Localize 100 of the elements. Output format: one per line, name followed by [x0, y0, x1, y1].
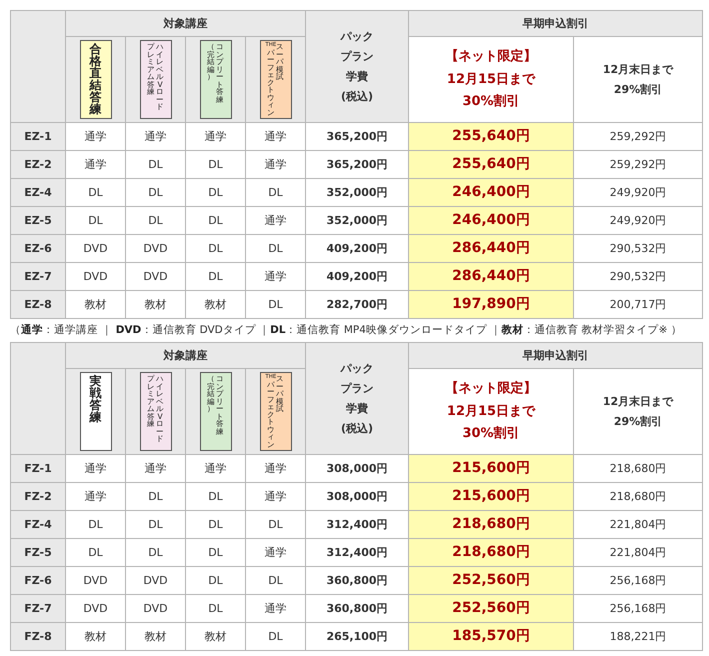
column-header: パック プラン 学費 (税込)	[306, 342, 408, 454]
table-cell: DL	[186, 206, 246, 234]
table-cell: 256,168円	[574, 594, 702, 622]
row-header: EZ-7	[10, 262, 66, 290]
table-cell: DL	[186, 178, 246, 206]
table-cell: 218,680円	[574, 482, 702, 510]
table-cell: DVD	[126, 262, 186, 290]
table-cell: DL	[186, 510, 246, 538]
table-cell: 352,000円	[306, 178, 408, 206]
table-cell: DL	[126, 538, 186, 566]
course-label: 合格直結答練	[80, 40, 112, 119]
table-cell: 197,890円	[408, 290, 574, 318]
table-cell: 通学	[246, 482, 306, 510]
legend-text: （通学：通学講座 ｜ DVD：通信教育 DVDタイプ ｜DL：通信教育 MP4映像ダウンロードタイプ ｜教材：通信教育 教材学習タイプ※ ）	[10, 323, 682, 338]
row-header: FZ-8	[10, 622, 66, 650]
table-cell: DL	[186, 594, 246, 622]
table-cell: DL	[126, 150, 186, 178]
table-cell: DL	[66, 538, 126, 566]
table-cell: 通学	[246, 594, 306, 622]
row-header: EZ-1	[10, 122, 66, 150]
table-cell: 246,400円	[408, 178, 574, 206]
table-cell: DL	[246, 290, 306, 318]
table-cell: 通学	[246, 262, 306, 290]
table-cell: DL	[186, 234, 246, 262]
table-cell: 282,700円	[306, 290, 408, 318]
table-cell: 通学	[66, 482, 126, 510]
table-cell: 249,920円	[574, 178, 702, 206]
row-header: EZ-5	[10, 206, 66, 234]
table-cell: DL	[246, 234, 306, 262]
table-cell: DL	[246, 510, 306, 538]
table-cell: 246,400円	[408, 206, 574, 234]
table-cell: 352,000円	[306, 206, 408, 234]
table-cell: 360,800円	[306, 594, 408, 622]
table-cell: 通学	[66, 150, 126, 178]
table-cell: DL	[186, 482, 246, 510]
row-header: EZ-2	[10, 150, 66, 178]
table-cell: 221,804円	[574, 538, 702, 566]
column-header: 対象講座	[66, 342, 306, 368]
row-header: FZ-1	[10, 454, 66, 482]
table-cell: DVD	[126, 566, 186, 594]
row-header: FZ-2	[10, 482, 66, 510]
table-cell: 308,000円	[306, 482, 408, 510]
table-cell: 409,200円	[306, 234, 408, 262]
column-header: 【ネット限定】 12月15日まで 30%割引	[408, 36, 574, 122]
row-header: EZ-4	[10, 178, 66, 206]
table-cell: DL	[186, 150, 246, 178]
course-label: 実戦答練	[80, 372, 112, 451]
table-cell: DL	[246, 178, 306, 206]
column-header: 対象講座	[66, 10, 306, 36]
table-cell: 221,804円	[574, 510, 702, 538]
table-cell: 218,680円	[408, 538, 574, 566]
row-header: EZ-6	[10, 234, 66, 262]
row-header: FZ-4	[10, 510, 66, 538]
table-cell: 365,200円	[306, 122, 408, 150]
table-cell: 通学	[246, 454, 306, 482]
table-cell: DL	[246, 622, 306, 650]
table-cell: 教材	[126, 290, 186, 318]
table-cell: 通学	[246, 150, 306, 178]
table-cell: 200,717円	[574, 290, 702, 318]
table-cell: 360,800円	[306, 566, 408, 594]
table-cell: 教材	[126, 622, 186, 650]
table-cell: DL	[66, 206, 126, 234]
table-cell: 185,570円	[408, 622, 574, 650]
table-cell: 通学	[66, 454, 126, 482]
table-cell: DVD	[66, 262, 126, 290]
row-header: FZ-6	[10, 566, 66, 594]
column-header: 早期申込割引	[408, 10, 702, 36]
table-cell: DL	[186, 566, 246, 594]
table-cell: 255,640円	[408, 122, 574, 150]
table-cell: 通学	[186, 454, 246, 482]
table-cell: 通学	[186, 122, 246, 150]
table-cell: DVD	[66, 594, 126, 622]
column-header: 【ネット限定】 12月15日まで 30%割引	[408, 368, 574, 454]
table-cell: 218,680円	[408, 510, 574, 538]
table-cell: DVD	[126, 594, 186, 622]
table-cell: 218,680円	[574, 454, 702, 482]
table-cell: DVD	[66, 234, 126, 262]
column-header: パック プラン 学費 (税込)	[306, 10, 408, 122]
table-cell: 290,532円	[574, 262, 702, 290]
table-cell: 通学	[126, 122, 186, 150]
table-cell: 286,440円	[408, 262, 574, 290]
table-cell: DVD	[66, 566, 126, 594]
table-cell: 通学	[246, 538, 306, 566]
table-cell: 通学	[126, 454, 186, 482]
table-cell: 教材	[66, 622, 126, 650]
table-cell: 252,560円	[408, 566, 574, 594]
table-cell: 312,400円	[306, 538, 408, 566]
table-cell: 215,600円	[408, 482, 574, 510]
table-cell: 通学	[246, 206, 306, 234]
table-cell: DL	[66, 510, 126, 538]
table-cell: 教材	[186, 290, 246, 318]
table-cell: 255,640円	[408, 150, 574, 178]
table-cell: 312,400円	[306, 510, 408, 538]
table-cell: 252,560円	[408, 594, 574, 622]
table-cell: 409,200円	[306, 262, 408, 290]
table-cell: 教材	[66, 290, 126, 318]
table-cell: 通学	[66, 122, 126, 150]
table-cell: DVD	[126, 234, 186, 262]
table-cell: 365,200円	[306, 150, 408, 178]
row-header: EZ-8	[10, 290, 66, 318]
